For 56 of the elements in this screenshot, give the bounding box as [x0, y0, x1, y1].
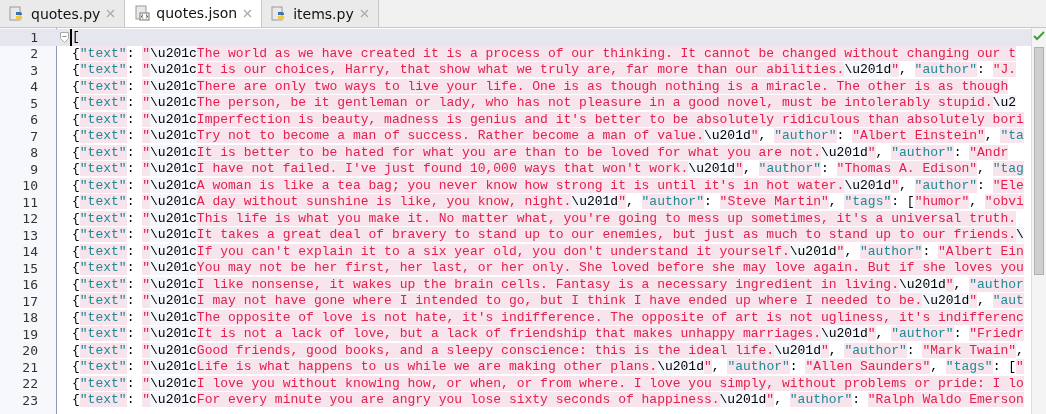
code-line: {"text": "\u201cFor every minute you are angry you lose sixty seconds of happiness.\u201d", "author": "Ralph Waldo Emerson [72, 392, 1024, 409]
code-line: {"text": "\u201cYou may not be her first, her last, or her only. She loved before she may love again. But if she loves you [72, 260, 1024, 277]
check-icon [1033, 31, 1045, 41]
fold-icon[interactable] [59, 31, 69, 43]
close-icon[interactable] [243, 8, 253, 18]
code-line: {"text": "\u201cIf you can't explain it to a six year old, you don't understand it yourself.\u201d", "author": "Albert Ein [72, 243, 1024, 260]
editor-tab[interactable]: quotes.json [125, 0, 263, 27]
line-number: 21 [21, 359, 38, 375]
line-number: 14 [21, 244, 38, 260]
code-line: {"text": "\u201cIt is our choices, Harry, that show what we truly are, far more than our abilities.\u201d", "author": "J. [72, 62, 1017, 79]
code-line: {"text": "\u201cI have not failed. I've just found 10,000 ways that won't work.\u201d", "author": "Thomas A. Edison", "tag [72, 161, 1024, 178]
line-number: 16 [21, 277, 38, 293]
line-number: 23 [21, 392, 38, 408]
code-line: {"text": "\u201cThere are only two ways to live your life. One is as though nothing is a miracle. The other is as though [72, 78, 1009, 95]
editor-tab[interactable]: items.py [262, 0, 379, 27]
code-line: {"text": "\u201cThis life is what you make it. No matter what, you're going to mess up sometimes, it's a universal truth. [72, 210, 1016, 227]
close-icon[interactable] [106, 9, 116, 18]
code-line: {"text": "\u201cA day without sunshine is like, you know, night.\u201d", "author": "Steve Martin", "tags": ["humor", "obvi [72, 194, 1024, 211]
code-line: {"text": "\u201cI love you without knowing how, or when, or from where. I love you simply, without problems or pride: I lo [72, 375, 1024, 392]
code-line: {"text": "\u201cLife is what happens to us while we are making other plans.\u201d", "author": "Allen Saunders", "tags": [" [72, 359, 1024, 376]
code-line: {"text": "\u201cIt is not a lack of love, but a lack of friendship that makes unhappy marriages.\u201d", "author": "Friedr [72, 326, 1024, 343]
line-number: 19 [21, 326, 38, 342]
line-number: 7 [29, 128, 38, 144]
scrollbar-thumb[interactable] [1034, 47, 1044, 275]
line-number: 4 [29, 79, 38, 95]
line-number: 22 [21, 376, 38, 392]
line-number: 12 [21, 211, 38, 227]
editor-tab[interactable]: quotes.py [0, 0, 126, 27]
line-number: 8 [29, 145, 38, 161]
line-number: 3 [29, 62, 38, 78]
code-line: {"text": "\u201cA woman is like a tea bag; you never know how strong it is until it's in hot water.\u201d", "author": "Ele [72, 177, 1024, 194]
code-line: {"text": "\u201cImperfection is beauty, madness is genius and it's better to be absolutely ridiculous than absolutely bori [72, 111, 1024, 128]
line-number: 2 [29, 46, 38, 62]
code-line: {"text": "\u201cThe person, be it gentleman or lady, who has not pleasure in a good novel, must be intolerably stupid.\u2 [72, 95, 1016, 112]
line-number: 13 [21, 227, 38, 243]
line-number: 1 [29, 29, 38, 45]
code-line: {"text": "\u201cI like nonsense, it wakes up the brain cells. Fantasy is a necessary ingredient in living.\u201d", "author [72, 276, 1024, 293]
line-number: 18 [21, 310, 38, 326]
line-number: 5 [29, 95, 38, 111]
code-line: {"text": "\u201cIt takes a great deal of bravery to stand up to our enemies, but just as much to stand up to our friends.\ [72, 227, 1024, 244]
line-number: 6 [29, 112, 38, 128]
code-line: {"text": "\u201cTry not to become a man of success. Rather become a man of value.\u201d", "author": "Albert Einstein", "ta [72, 128, 1024, 145]
line-number: 9 [29, 161, 38, 177]
code-line: {"text": "\u201cI may not have gone where I intended to go, but I think I have ended up where I needed to be.\u201d", "aut [72, 293, 1024, 310]
close-icon[interactable] [359, 9, 369, 18]
code-line: {"text": "\u201cThe opposite of love is not hate, it's indifference. The opposite of art is not ugliness, it's indifferenc [72, 309, 1024, 326]
json-file-icon [134, 5, 151, 21]
code-line: {"text": "\u201cGood friends, good books, and a sleepy conscience: this is the ideal life.\u201d", "author": "Mark Twain", [72, 342, 1024, 359]
line-number: 15 [21, 260, 38, 276]
python-file-icon [9, 5, 25, 22]
line-number: 20 [21, 343, 38, 359]
line-number: 17 [21, 293, 38, 309]
code-line: {"text": "\u201cIt is better to be hated for what you are than to be loved for what you are not.\u201d", "author": "Andr [72, 144, 1009, 161]
code-line: [ [70, 29, 80, 46]
line-number: 10 [21, 178, 38, 194]
line-number: 11 [21, 194, 38, 210]
